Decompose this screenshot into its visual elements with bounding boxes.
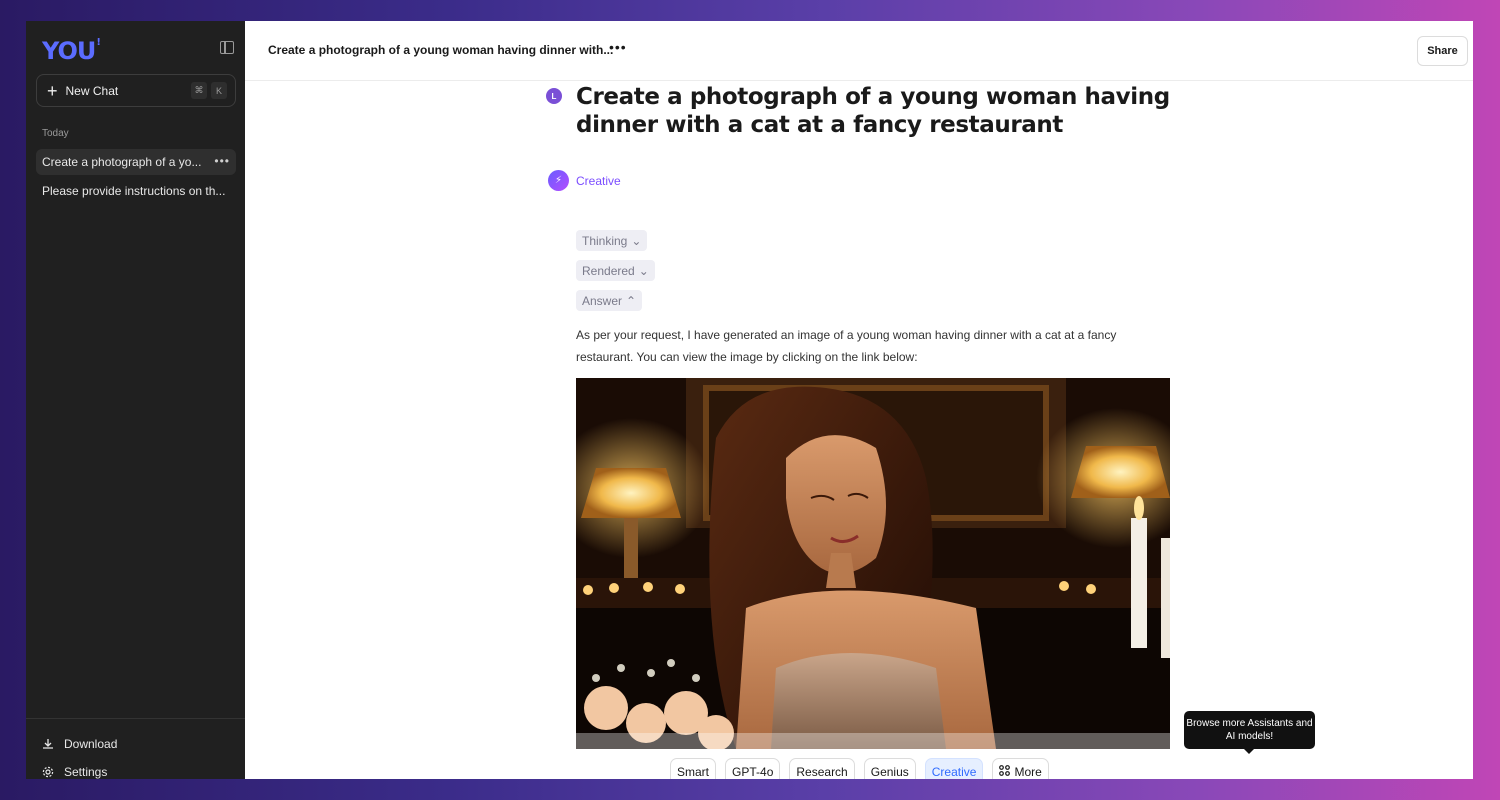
- you-logo[interactable]: YOU!: [42, 37, 101, 65]
- avatar: L: [546, 88, 562, 104]
- chat-title: Create a photograph of a young woman hav…: [268, 43, 614, 57]
- chevron-down-icon: ⌄: [638, 263, 649, 278]
- download-link[interactable]: Download: [42, 737, 117, 751]
- rendered-label: Rendered: [582, 263, 635, 278]
- settings-link[interactable]: Settings: [42, 765, 107, 779]
- sidebar-toggle-icon[interactable]: [220, 41, 234, 54]
- download-label: Download: [64, 737, 118, 751]
- generated-image[interactable]: [576, 378, 1170, 749]
- model-gpt4o-button[interactable]: GPT-4o: [725, 758, 781, 779]
- new-chat-button[interactable]: + New Chat ⌘ K: [36, 74, 236, 107]
- chevron-down-icon: ⌄: [631, 233, 642, 248]
- k-key: K: [211, 82, 227, 99]
- history-more-icon[interactable]: •••: [214, 154, 230, 168]
- model-smart-button[interactable]: Smart: [670, 758, 717, 779]
- more-models-label: More: [1014, 765, 1042, 779]
- rendered-toggle[interactable]: Rendered ⌄: [576, 260, 655, 281]
- settings-label: Settings: [64, 765, 108, 779]
- user-question: Create a photograph of a young woman hav…: [576, 84, 1170, 138]
- gear-icon: [42, 766, 54, 778]
- answer-text: As per your request, I have generated an…: [576, 328, 1117, 364]
- model-creative-button[interactable]: Creative: [924, 758, 984, 779]
- more-models-button[interactable]: More: [992, 758, 1049, 779]
- new-chat-label: New Chat: [65, 83, 119, 98]
- history-item[interactable]: Please provide instructions on th...: [36, 178, 236, 204]
- generated-photo-illustration: [576, 378, 1170, 749]
- history-item[interactable]: Create a photograph of a yo... •••: [36, 149, 236, 175]
- grid-icon: [999, 765, 1011, 779]
- top-bar: Create a photograph of a young woman hav…: [245, 21, 1473, 81]
- sidebar: YOU! + New Chat ⌘ K Today Create a photo…: [26, 21, 245, 779]
- history-item-label: Please provide instructions on th...: [42, 184, 226, 198]
- app-window: YOU! + New Chat ⌘ K Today Create a photo…: [26, 21, 1473, 779]
- model-selector: Smart GPT-4o Research Genius Creative Mo…: [670, 758, 1049, 779]
- download-icon: [42, 738, 54, 750]
- shortcut-hint: ⌘ K: [191, 82, 227, 99]
- chevron-up-icon: ⌃: [626, 293, 637, 308]
- sidebar-footer: [26, 718, 245, 719]
- thinking-label: Thinking: [582, 233, 628, 248]
- cmd-key: ⌘: [191, 82, 207, 99]
- model-genius-button[interactable]: Genius: [863, 758, 916, 779]
- ellipsis-icon[interactable]: •••: [609, 39, 627, 55]
- history-section-label: Today: [42, 128, 69, 139]
- model-research-button[interactable]: Research: [789, 758, 855, 779]
- lightning-icon: ⚡: [548, 170, 569, 191]
- assistant-mode-label[interactable]: Creative: [576, 174, 621, 188]
- answer-toggle[interactable]: Answer ⌃: [576, 290, 643, 311]
- browse-models-tooltip: Browse more Assistants and AI models!: [1184, 711, 1315, 754]
- plus-icon: +: [47, 80, 58, 101]
- share-button[interactable]: Share: [1417, 36, 1468, 66]
- thinking-toggle[interactable]: Thinking ⌄: [576, 230, 648, 251]
- history-item-label: Create a photograph of a yo...: [42, 155, 202, 169]
- answer-label: Answer: [582, 293, 623, 308]
- main-panel: Create a photograph of a young woman hav…: [245, 21, 1473, 779]
